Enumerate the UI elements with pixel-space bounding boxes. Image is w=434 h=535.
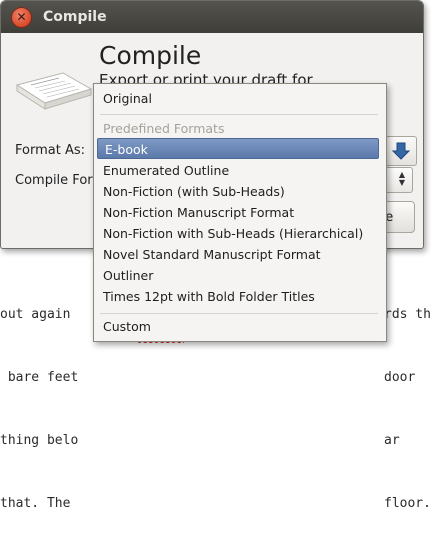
manuscript-stack-icon — [15, 72, 93, 110]
background-fragment: floor. — [384, 496, 431, 511]
background-fragment: door — [384, 370, 424, 385]
arrow-down-icon — [391, 142, 411, 160]
menu-separator — [100, 313, 378, 314]
title-bar[interactable]: ✕ Compile — [1, 1, 423, 33]
expand-options-button[interactable] — [385, 136, 417, 166]
menu-item-non-fiction-manuscript[interactable]: Non-Fiction Manuscript Format — [96, 202, 382, 223]
spin-arrows-icon: ▲ ▼ — [398, 170, 406, 187]
menu-item-non-fiction-hierarchical[interactable]: Non-Fiction with Sub-Heads (Hierarchical… — [96, 223, 382, 244]
background-text-line: that. The — [0, 496, 79, 511]
format-as-label: Format As: — [15, 143, 85, 158]
background-text-right: rds th door ar floor. — [384, 262, 431, 535]
compile-for-label: Compile For: — [15, 173, 97, 188]
menu-item-times-12pt-bold-folders[interactable]: Times 12pt with Bold Folder Titles — [96, 286, 382, 307]
background-fragment: rds th — [384, 307, 431, 322]
menu-item-e-book[interactable]: E-book — [97, 138, 379, 159]
background-fragment: ar — [384, 433, 400, 448]
format-dropdown-menu: Original Predefined Formats E-book Enume… — [93, 83, 387, 342]
menu-item-custom[interactable]: Custom — [96, 316, 382, 337]
close-icon[interactable]: ✕ — [11, 6, 32, 28]
menu-item-outliner[interactable]: Outliner — [96, 265, 382, 286]
menu-item-original[interactable]: Original — [96, 88, 382, 109]
dialog-heading: Compile — [99, 41, 202, 70]
background-text-line: bare feet — [0, 370, 79, 385]
menu-item-novel-standard-manuscript[interactable]: Novel Standard Manuscript Format — [96, 244, 382, 265]
background-text-line: thing belo — [0, 433, 79, 448]
window-title: Compile — [43, 9, 107, 25]
menu-separator — [100, 114, 378, 115]
menu-item-enumerated-outline[interactable]: Enumerated Outline — [96, 160, 382, 181]
menu-header-predefined-formats: Predefined Formats — [103, 121, 225, 136]
menu-item-non-fiction-sub-heads[interactable]: Non-Fiction (with Sub-Heads) — [96, 181, 382, 202]
